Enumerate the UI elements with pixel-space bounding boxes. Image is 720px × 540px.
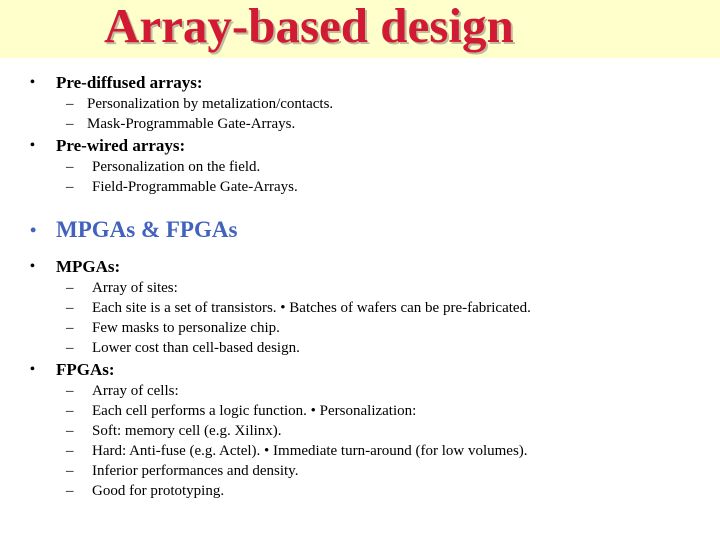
sub-bullet-label: Few masks to personalize chip. <box>92 320 280 336</box>
sub-bullet-label: Good for prototyping. <box>92 483 225 499</box>
dash-icon: – <box>66 300 74 316</box>
sub-bullet-inferior-performances: – Inferior performances and density. <box>0 461 720 481</box>
bullet-mpgas: • MPGAs: <box>0 255 720 278</box>
sub-bullet-field-programmable-gate-arrays: – Field-Programmable Gate-Arrays. <box>0 177 720 197</box>
sub-bullet-each-site-transistors: – Each site is a set of transistors. • B… <box>0 298 720 318</box>
sub-bullet-mask-programmable-gate-arrays: – Mask-Programmable Gate-Arrays. <box>0 114 720 134</box>
dash-icon: – <box>66 96 74 112</box>
dash-icon: – <box>66 320 74 336</box>
sub-bullet-label: Personalization by metalization/contacts… <box>87 96 334 112</box>
sub-bullet-label: Hard: Anti-fuse (e.g. Actel). • Immediat… <box>92 443 528 459</box>
bullet-dot-icon: • <box>30 220 37 240</box>
title-banner: Array-based design <box>0 0 720 58</box>
bullet-label: Pre-wired arrays: <box>56 136 186 155</box>
sub-bullet-array-of-sites: – Array of sites: <box>0 278 720 298</box>
sub-bullet-label: Array of cells: <box>92 383 179 399</box>
sub-bullet-hard-anti-fuse: – Hard: Anti-fuse (e.g. Actel). • Immedi… <box>0 441 720 461</box>
sub-bullet-label: Inferior performances and density. <box>92 463 299 479</box>
dash-icon: – <box>66 159 74 175</box>
sub-bullet-personalization-on-field: – Personalization on the field. <box>0 157 720 177</box>
spacer-before-mpgas <box>0 246 720 255</box>
dash-icon: – <box>66 179 74 195</box>
dash-icon: – <box>66 403 74 419</box>
sub-bullet-label: Each site is a set of transistors. • Bat… <box>92 300 531 316</box>
spacer-top <box>0 58 720 71</box>
sub-bullet-label: Personalization on the field. <box>92 159 261 175</box>
dash-icon: – <box>66 423 74 439</box>
sub-bullet-label: Lower cost than cell-based design. <box>92 340 300 356</box>
sub-bullet-label: Array of sites: <box>92 280 178 296</box>
bullet-pre-diffused-arrays: • Pre-diffused arrays: <box>0 71 720 94</box>
bullet-label: FPGAs: <box>56 360 115 379</box>
sub-bullet-label: Field-Programmable Gate-Arrays. <box>92 179 298 195</box>
bullet-mpgas-and-fpgas: • MPGAs & FPGAs <box>0 214 720 246</box>
bullet-pre-wired-arrays: • Pre-wired arrays: <box>0 134 720 157</box>
dash-icon: – <box>66 463 74 479</box>
sub-bullet-label: Soft: memory cell (e.g. Xilinx). <box>92 423 282 439</box>
dash-icon: – <box>66 340 74 356</box>
sub-bullet-lower-cost: – Lower cost than cell-based design. <box>0 338 720 358</box>
slide-content: • Pre-diffused arrays: – Personalization… <box>0 58 720 540</box>
bullet-dot-icon: • <box>30 362 35 377</box>
bullet-label: MPGAs & FPGAs <box>56 217 238 242</box>
dash-icon: – <box>66 116 74 132</box>
dash-icon: – <box>66 443 74 459</box>
bullet-dot-icon: • <box>30 259 35 274</box>
bullet-dot-icon: • <box>30 75 35 90</box>
sub-bullet-label: Mask-Programmable Gate-Arrays. <box>87 116 296 132</box>
bullet-dot-icon: • <box>30 138 35 153</box>
page-title: Array-based design <box>104 0 514 53</box>
dash-icon: – <box>66 383 74 399</box>
sub-bullet-good-for-prototyping: – Good for prototyping. <box>0 481 720 501</box>
bullet-label: MPGAs: <box>56 257 121 276</box>
bullet-label: Pre-diffused arrays: <box>56 73 203 92</box>
spacer-before-mpgas-fpgas <box>0 197 720 214</box>
bullet-fpgas: • FPGAs: <box>0 358 720 381</box>
dash-icon: – <box>66 483 74 499</box>
sub-bullet-personalization-metalization: – Personalization by metalization/contac… <box>0 94 720 114</box>
sub-bullet-array-of-cells: – Array of cells: <box>0 381 720 401</box>
sub-bullet-each-cell-logic-function: – Each cell performs a logic function. •… <box>0 401 720 421</box>
dash-icon: – <box>66 280 74 296</box>
sub-bullet-label: Each cell performs a logic function. • P… <box>92 403 417 419</box>
sub-bullet-few-masks: – Few masks to personalize chip. <box>0 318 720 338</box>
sub-bullet-soft-memory-cell: – Soft: memory cell (e.g. Xilinx). <box>0 421 720 441</box>
